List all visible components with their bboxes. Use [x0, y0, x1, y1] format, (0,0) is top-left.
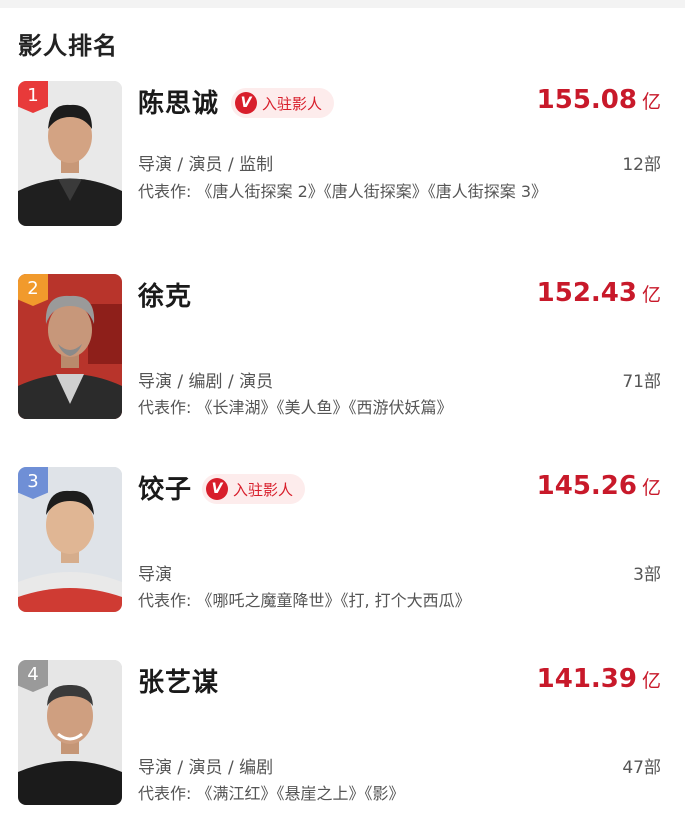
verified-badge: V 入驻影人 [231, 88, 335, 118]
verified-label: 入驻影人 [262, 94, 323, 113]
box-office-value: 145.26 [536, 471, 637, 501]
rank-badge: 1 [18, 81, 48, 113]
box-office-unit: 亿 [641, 670, 661, 692]
section-title: 影人排名 [18, 32, 118, 60]
person-roles: 导演 / 编剧 / 演员 [138, 372, 274, 392]
person-row-2[interactable]: 2 徐克 152.43 亿 导演 / 编剧 / 演员 71部 代表作: 《长津湖》… [0, 274, 685, 434]
representative-works: 代表作: 《满江红》《悬崖之上》《影》 [138, 784, 405, 803]
person-row-1[interactable]: 1 陈思诚 V 入驻影人 155.08 亿 导演 / 演员 / 监制 12部 代表… [0, 81, 685, 241]
person-roles: 导演 [138, 565, 172, 585]
representative-works: 代表作: 《哪吒之魔童降世》《打, 打个大西瓜》 [138, 591, 471, 610]
representative-works: 代表作: 《长津湖》《美人鱼》《西游伏妖篇》 [138, 398, 453, 417]
rank-badge: 2 [18, 274, 48, 306]
person-name[interactable]: 张艺谋 [138, 662, 219, 699]
representative-works: 代表作: 《唐人街探案 2》《唐人街探案》《唐人街探案 3》 [138, 182, 548, 201]
box-office: 152.43 亿 [537, 278, 661, 308]
box-office: 141.39 亿 [537, 664, 661, 694]
top-divider [0, 0, 685, 8]
box-office: 145.26 亿 [537, 471, 661, 501]
person-name[interactable]: 徐克 [138, 276, 192, 313]
work-count: 71部 [622, 372, 661, 392]
box-office-value: 155.08 [536, 85, 637, 115]
verified-v-icon: V [206, 478, 228, 500]
rank-badge: 3 [18, 467, 48, 499]
verified-label: 入驻影人 [233, 480, 294, 499]
person-name[interactable]: 饺子 [138, 469, 192, 506]
work-count: 3部 [633, 565, 661, 585]
person-roles: 导演 / 演员 / 监制 [138, 155, 274, 175]
person-name[interactable]: 陈思诚 [138, 83, 219, 120]
box-office: 155.08 亿 [537, 85, 661, 115]
verified-v-icon: V [235, 92, 257, 114]
person-row-3[interactable]: 3 饺子 V 入驻影人 145.26 亿 导演 3部 代表作: 《哪吒之魔童降世》… [0, 467, 685, 627]
work-count: 12部 [622, 155, 661, 175]
work-count: 47部 [622, 758, 661, 778]
box-office-unit: 亿 [641, 284, 661, 306]
person-roles: 导演 / 演员 / 编剧 [138, 758, 274, 778]
box-office-unit: 亿 [641, 91, 661, 113]
verified-badge: V 入驻影人 [202, 474, 306, 504]
box-office-unit: 亿 [641, 477, 661, 499]
rank-badge: 4 [18, 660, 48, 692]
person-row-4[interactable]: 4 张艺谋 141.39 亿 导演 / 演员 / 编剧 47部 代表作: 《满江红… [0, 660, 685, 820]
box-office-value: 141.39 [536, 664, 637, 694]
box-office-value: 152.43 [536, 278, 637, 308]
